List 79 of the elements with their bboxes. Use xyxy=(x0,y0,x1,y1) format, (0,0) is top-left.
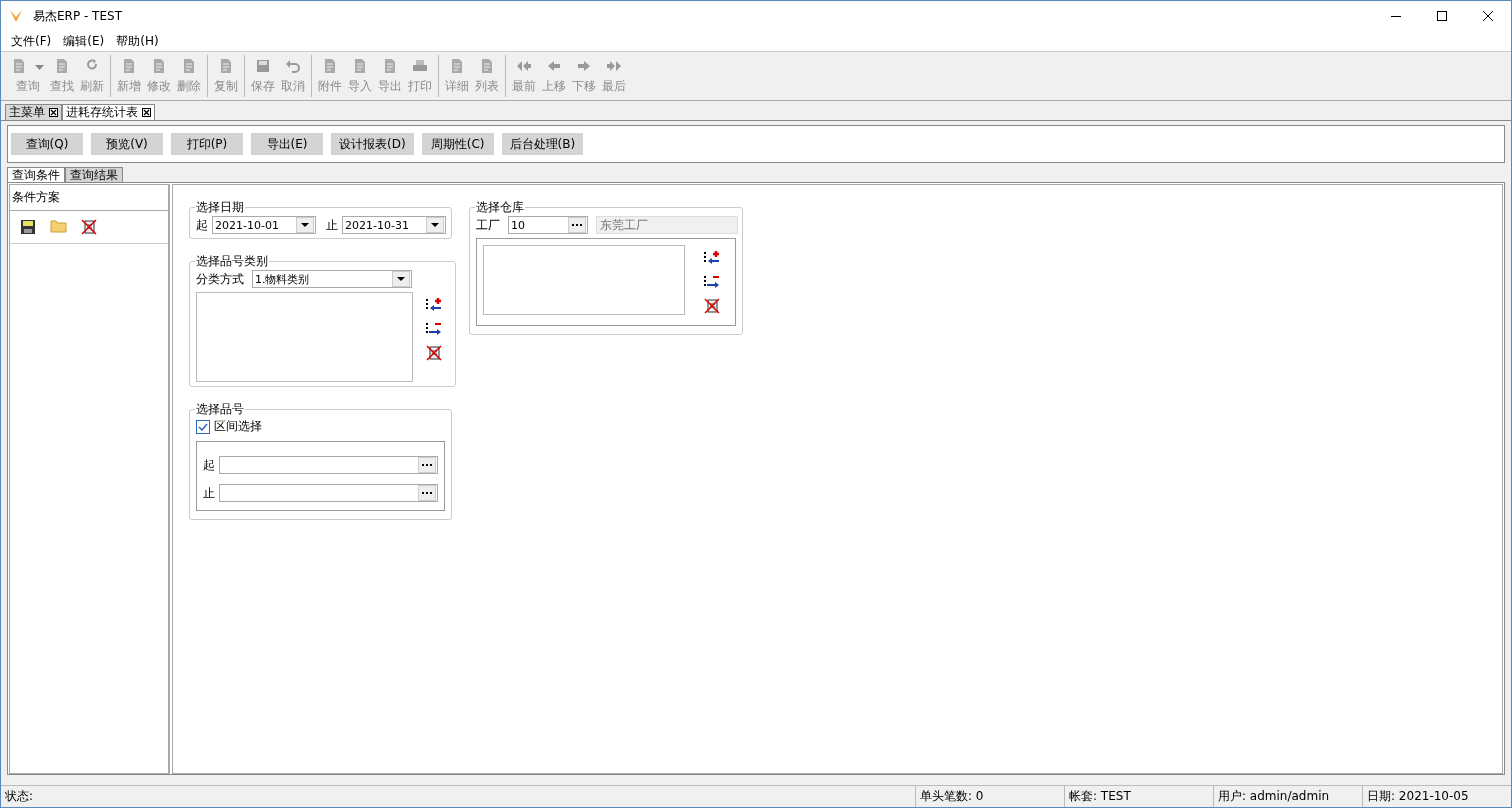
minimize-icon xyxy=(1391,15,1401,17)
delete-icon[interactable] xyxy=(81,219,97,235)
action-button[interactable]: 查询(Q) xyxy=(11,133,83,155)
page-icon xyxy=(479,57,495,74)
list-clear-icon[interactable] xyxy=(425,344,443,362)
list-add-icon[interactable] xyxy=(703,249,721,267)
date-field[interactable]: 2021-10-01 xyxy=(212,216,316,234)
checkbox-label: 区间选择 xyxy=(214,418,262,435)
page-icon xyxy=(11,57,27,74)
status-text: 单头笔数: 0 xyxy=(915,786,1064,807)
date-field[interactable]: 2021-10-31 xyxy=(342,216,446,234)
close-icon[interactable] xyxy=(142,108,151,117)
page-icon xyxy=(151,57,167,74)
menu-item[interactable]: 文件(F) xyxy=(5,32,58,50)
page-tab[interactable]: 查询结果 xyxy=(65,167,123,182)
menu-item[interactable]: 编辑(E) xyxy=(57,32,111,50)
close-icon[interactable] xyxy=(49,108,58,117)
list-clear-icon[interactable] xyxy=(703,297,721,315)
action-button[interactable]: 预览(V) xyxy=(91,133,163,155)
status-text: 帐套: TEST xyxy=(1064,786,1213,807)
ellipsis-icon xyxy=(422,491,432,495)
maximize-icon xyxy=(1437,11,1447,21)
input-field[interactable] xyxy=(219,456,438,474)
input-field[interactable] xyxy=(219,484,438,502)
window-title: 易杰ERP - TEST xyxy=(33,7,123,25)
status-text: 日期: 2021-10-05 xyxy=(1362,786,1511,807)
dropdown-button[interactable] xyxy=(392,271,410,287)
ellipsis-icon xyxy=(572,223,582,227)
action-button[interactable]: 后台处理(B) xyxy=(501,133,584,155)
readonly-field: 东莞工厂 xyxy=(596,216,738,234)
status-text: 用户: admin/admin xyxy=(1213,786,1362,807)
status-text: 状态: xyxy=(4,788,35,805)
ellipsis-icon xyxy=(422,463,432,467)
field-label: 工厂 xyxy=(476,217,500,234)
caret-icon xyxy=(431,223,439,227)
group-title: 选择品号类别 xyxy=(195,253,269,270)
list-add-icon[interactable] xyxy=(425,296,443,314)
dropdown-button[interactable] xyxy=(426,217,444,233)
panel-title: 条件方案 xyxy=(10,185,168,211)
dropdown-button[interactable] xyxy=(296,217,314,233)
page-icon xyxy=(218,57,234,74)
input-field[interactable]: 10 xyxy=(508,216,588,234)
field-label: 分类方式 xyxy=(196,271,244,288)
group-title: 选择品号 xyxy=(195,401,245,418)
page-icon xyxy=(121,57,137,74)
field-label: 起 xyxy=(203,457,215,474)
ellipsis-button[interactable] xyxy=(568,217,586,233)
action-button[interactable]: 周期性(C) xyxy=(421,133,494,155)
field-label: 止 xyxy=(203,485,215,502)
logo-icon xyxy=(9,9,23,23)
caret-icon xyxy=(301,223,309,227)
ellipsis-button[interactable] xyxy=(418,485,436,501)
list-remove-icon[interactable] xyxy=(425,320,443,338)
printer-icon xyxy=(412,57,428,74)
list-remove-icon[interactable] xyxy=(703,273,721,291)
page-icon xyxy=(181,57,197,74)
field-label: 起 xyxy=(196,217,208,234)
page-icon xyxy=(352,57,368,74)
ellipsis-button[interactable] xyxy=(418,457,436,473)
group-title: 选择日期 xyxy=(195,199,245,216)
group-title: 选择仓库 xyxy=(475,199,525,216)
field-label: 止 xyxy=(326,217,338,234)
page-icon xyxy=(322,57,338,74)
page-icon xyxy=(449,57,465,74)
page-icon xyxy=(54,57,70,74)
document-tab[interactable]: 进耗存统计表 xyxy=(62,104,155,120)
page-icon xyxy=(382,57,398,74)
dropdown-field[interactable]: 1.物料类别 xyxy=(252,270,412,288)
document-tab[interactable]: 主菜单 xyxy=(5,104,62,120)
action-button[interactable]: 设计报表(D) xyxy=(331,133,414,155)
menu-item[interactable]: 帮助(H) xyxy=(110,32,165,50)
page-tab[interactable]: 查询条件 xyxy=(7,167,65,182)
close-icon xyxy=(1483,11,1493,21)
caret-icon xyxy=(397,277,405,281)
checkbox[interactable] xyxy=(196,419,210,434)
check-icon xyxy=(198,422,208,431)
action-button[interactable]: 打印(P) xyxy=(171,133,243,155)
caret-icon xyxy=(35,65,44,70)
action-button[interactable]: 导出(E) xyxy=(251,133,323,155)
